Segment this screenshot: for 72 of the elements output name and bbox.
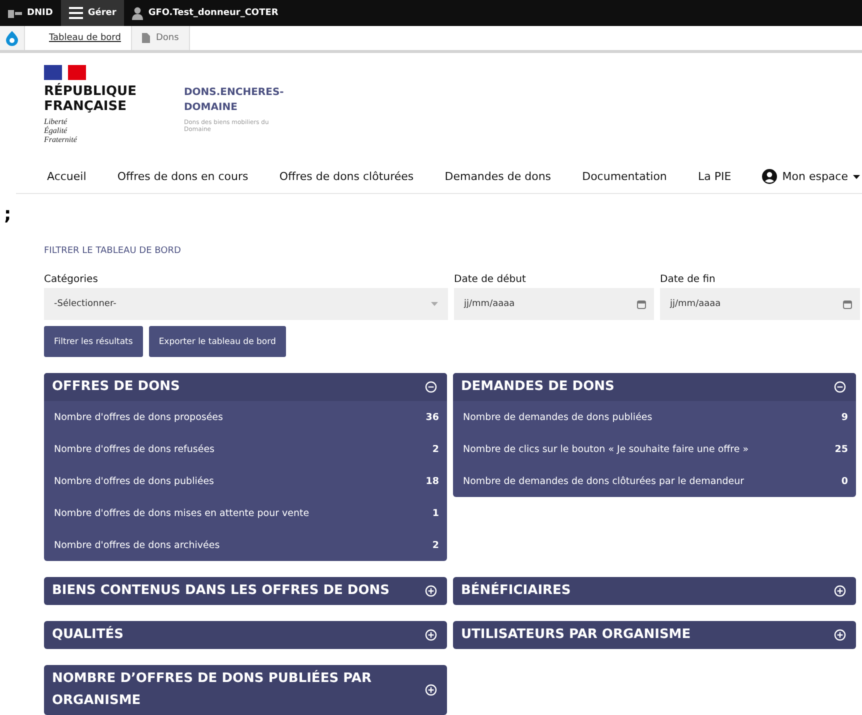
nav-link[interactable]: Accueil: [47, 170, 86, 184]
stat-value: 36: [426, 412, 439, 422]
republic-title: RÉPUBLIQUE FRANÇAISE: [44, 84, 138, 114]
user-icon: [132, 6, 144, 20]
site-title[interactable]: DONS.ENCHERES-DOMAINE: [184, 85, 304, 116]
panel-header[interactable]: BÉNÉFICIAIRES: [453, 577, 856, 605]
caret-icon: [431, 302, 438, 306]
motto: Liberté Égalité Fraternité: [44, 117, 78, 144]
panel-header[interactable]: OFFRES DE DONS: [44, 373, 447, 401]
expand-icon[interactable]: [834, 585, 846, 597]
account-icon: [762, 169, 778, 184]
stat-value: 1: [432, 508, 439, 518]
panel-header[interactable]: BIENS CONTENUS DANS LES OFFRES DE DONS: [44, 577, 447, 605]
caret-icon: [852, 174, 860, 179]
expand-icon[interactable]: [425, 585, 437, 597]
stat-value: 2: [432, 540, 439, 550]
filter-title: FILTRER LE TABLEAU DE BORD: [44, 246, 182, 256]
stat-value: 0: [841, 476, 848, 486]
expand-icon[interactable]: [834, 629, 846, 641]
drop-logo-icon[interactable]: [6, 30, 18, 46]
panel-title: DEMANDES DE DONS: [461, 378, 614, 396]
calendar-icon[interactable]: [637, 300, 646, 308]
manage-menu[interactable]: Gérer: [60, 0, 124, 26]
categories-select[interactable]: -Sélectionner-: [44, 288, 448, 320]
panel-title: BIENS CONTENUS DANS LES OFFRES DE DONS: [52, 582, 390, 600]
panel-title: QUALITÉS: [52, 625, 124, 644]
nav-link[interactable]: La PIE: [698, 170, 732, 184]
export-button[interactable]: Exporter le tableau de bord: [148, 326, 286, 357]
panel-title: UTILISATEURS PAR ORGANISME: [461, 626, 691, 644]
field-label: Catégories: [44, 274, 99, 285]
stat-label: Nombre d'offres de dons refusées: [54, 444, 214, 454]
panel-title: OFFRES DE DONS: [52, 378, 180, 396]
stat-value: 25: [834, 444, 848, 454]
panel-header[interactable]: NOMBRE D’OFFRES DE DONS PUBLIÉES PAR ORGANISME: [44, 665, 447, 715]
field-label: Date de fin: [660, 274, 716, 285]
stat-value: 9: [841, 412, 848, 422]
panel-header[interactable]: DEMANDES DE DONS: [453, 373, 856, 401]
expand-icon[interactable]: [425, 684, 437, 696]
panel-header[interactable]: QUALITÉS: [44, 621, 447, 649]
nav-link[interactable]: Offres de dons en cours: [117, 170, 248, 184]
stray-mark: ;: [4, 204, 12, 225]
stat-label: Nombre d'offres de dons mises en attente pour vente: [54, 508, 310, 518]
document-icon: [142, 33, 150, 44]
panel-title: NOMBRE D’OFFRES DE DONS PUBLIÉES PAR ORGANISME: [52, 669, 372, 710]
stat-label: Nombre d'offres de dons archivées: [54, 540, 220, 550]
stat-label: Nombre de demandes de dons publiées: [463, 412, 652, 422]
stat-label: Nombre de demandes de dons clôturées par le demandeur: [463, 476, 744, 486]
nav-link[interactable]: Documentation: [582, 170, 667, 184]
flag-icon: [44, 65, 86, 80]
calendar-icon[interactable]: [843, 300, 852, 308]
stat-label: Nombre d'offres de dons proposées: [54, 412, 223, 422]
menu-icon: [68, 7, 83, 20]
nav-link[interactable]: Demandes de dons: [444, 170, 552, 184]
stat-label: Nombre d'offres de dons publiées: [54, 476, 214, 486]
date-field[interactable]: jj/mm/aaaa: [660, 288, 860, 320]
date-field[interactable]: jj/mm/aaaa: [454, 288, 654, 320]
stat-value: 2: [432, 444, 439, 454]
nav-link[interactable]: Offres de dons clôturées: [279, 170, 414, 184]
panel-title: BÉNÉFICIAIRES: [461, 581, 571, 600]
admin-tab[interactable]: Dons: [132, 26, 190, 50]
field-label: Date de début: [454, 274, 527, 285]
site-link[interactable]: DNID: [0, 0, 61, 26]
filter-button[interactable]: Filtrer les résultats: [44, 326, 143, 357]
account-menu[interactable]: Mon espace: [762, 169, 860, 184]
panel-header[interactable]: UTILISATEURS PAR ORGANISME: [453, 621, 856, 649]
stat-value: 18: [426, 476, 439, 486]
hierarchy-icon: [8, 8, 22, 18]
expand-icon[interactable]: [425, 629, 437, 641]
collapse-icon[interactable]: [834, 381, 846, 393]
user-menu[interactable]: GFO.Test_donneur_COTER: [124, 0, 286, 26]
collapse-icon[interactable]: [425, 381, 437, 393]
stat-label: Nombre de clics sur le bouton « Je souhaite faire une offre »: [463, 444, 749, 454]
